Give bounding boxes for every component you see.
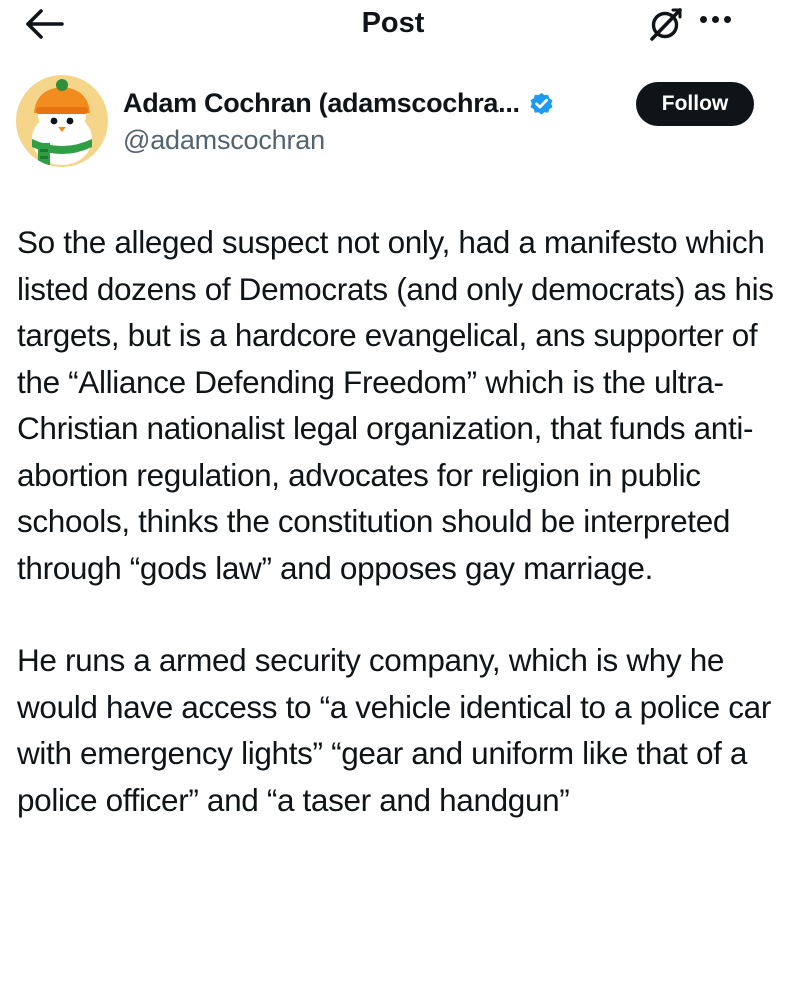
follow-button[interactable]: Follow [636,82,754,126]
avatar[interactable] [16,75,108,167]
top-bar: Post [0,0,786,50]
grok-icon [650,8,682,41]
grok-button[interactable] [648,6,684,42]
more-options-button[interactable] [700,10,748,34]
author-display-name[interactable]: Adam Cochran (adamscochra... [123,88,520,119]
author-handle[interactable]: @adamscochran [123,125,325,156]
penguin-avatar-icon [16,75,108,167]
more-horizontal-icon [700,10,748,28]
post-paragraph: He runs a armed security company, which … [17,642,771,818]
post-text: So the alleged suspect not only, had a m… [17,219,782,823]
author-name-row: Adam Cochran (adamscochra... [123,83,555,123]
verified-badge-icon [530,92,553,115]
post-paragraph: So the alleged suspect not only, had a m… [17,224,774,586]
